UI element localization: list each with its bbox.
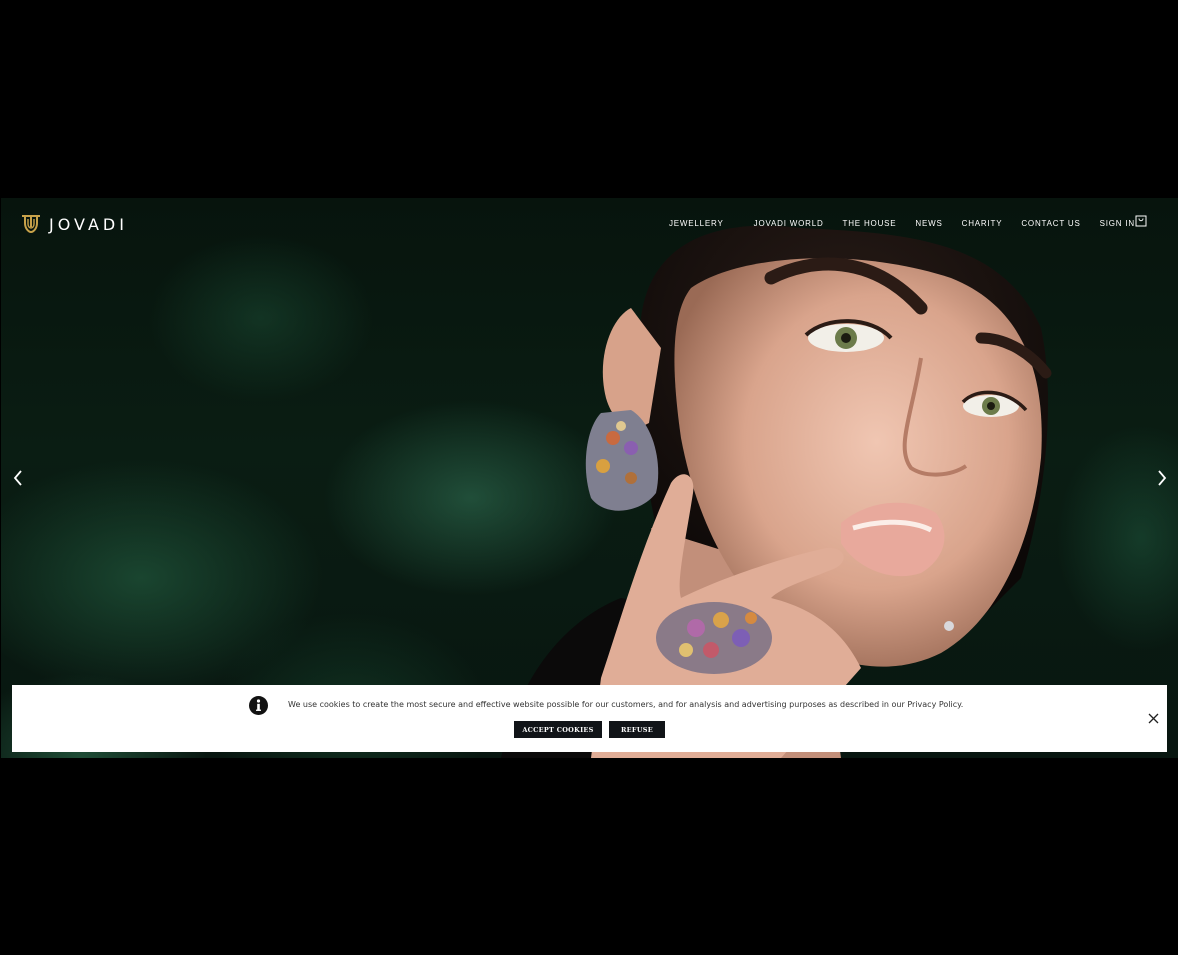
- nav-item-jovadi-world[interactable]: JOVADI WORLD: [754, 219, 824, 228]
- hero-image: [501, 225, 1052, 758]
- page-backdrop: JOVADI JEWELLERY JOVADI WORLD THE HOUSE …: [0, 0, 1178, 955]
- nav-item-jewellery[interactable]: JEWELLERY: [669, 219, 724, 228]
- brand-logo[interactable]: JOVADI: [21, 214, 128, 234]
- jovadi-monogram-icon: [22, 215, 40, 234]
- cookie-message: We use cookies to create the most secure…: [288, 700, 964, 709]
- nav-item-the-house[interactable]: THE HOUSE: [843, 219, 897, 228]
- nav-item-news[interactable]: NEWS: [915, 219, 942, 228]
- chevron-right-icon[interactable]: [1155, 468, 1169, 488]
- close-icon[interactable]: [1147, 712, 1160, 725]
- nav-item-contact-us[interactable]: CONTACT US: [1021, 219, 1080, 228]
- brand-name: JOVADI: [49, 214, 128, 234]
- nav-item-sign-in[interactable]: SIGN IN: [1100, 219, 1135, 228]
- hero-slider: JOVADI JEWELLERY JOVADI WORLD THE HOUSE …: [1, 198, 1178, 758]
- accept-cookies-button[interactable]: ACCEPT COOKIES: [514, 721, 602, 738]
- main-nav: JEWELLERY JOVADI WORLD THE HOUSE NEWS CH…: [669, 219, 1135, 228]
- cookie-banner: We use cookies to create the most secure…: [12, 685, 1167, 752]
- shopping-bag-icon[interactable]: [1135, 215, 1147, 227]
- nav-item-charity[interactable]: CHARITY: [962, 219, 1003, 228]
- info-icon: [249, 696, 268, 715]
- chevron-left-icon[interactable]: [11, 468, 25, 488]
- refuse-cookies-button[interactable]: REFUSE: [609, 721, 665, 738]
